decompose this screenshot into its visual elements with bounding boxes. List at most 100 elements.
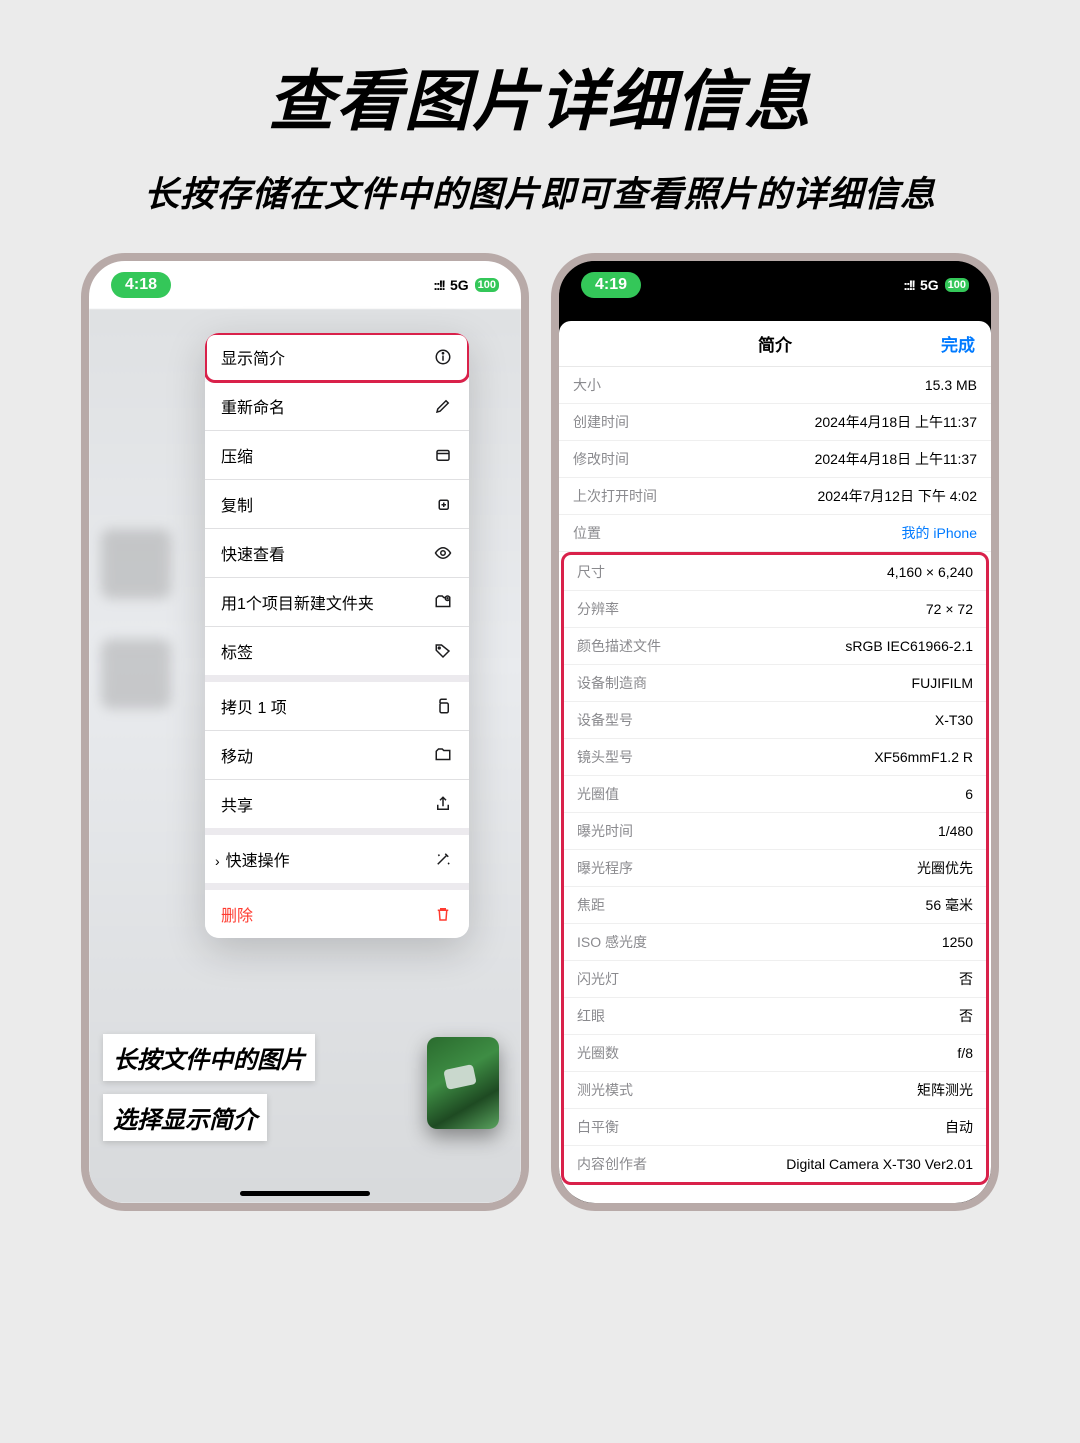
menu-quick-actions[interactable]: ›快速操作: [205, 835, 469, 890]
info-key: 大小: [573, 375, 601, 395]
menu-compress[interactable]: 压缩: [205, 431, 469, 480]
copy-plus-icon: [433, 494, 453, 514]
status-time: 4:18: [111, 272, 171, 298]
phone-2: 4:19 ::!! 5G 100 简介 完成 大小15.3 MB创建时间2024…: [551, 253, 999, 1211]
info-sheet: 简介 完成 大小 15.3 MB 创建时间 2024年4月18日 上午11:37 修改时…: [559, 321, 991, 1203]
info-key: 颜色描述文件: [577, 636, 661, 656]
sheet-header: 简介 完成: [559, 321, 991, 367]
info-value: 矩阵测光: [917, 1080, 973, 1100]
menu-quicklook[interactable]: 快速查看: [205, 529, 469, 578]
info-row: 尺寸 4,160 × 6,240: [563, 554, 987, 591]
image-thumbnail[interactable]: [427, 1037, 499, 1129]
menu-label: 快速查看: [221, 541, 285, 565]
info-key: 闪光灯: [577, 969, 619, 989]
info-row: 镜头型号 XF56mmF1.2 R: [563, 739, 987, 776]
info-key: 光圈值: [577, 784, 619, 804]
tag-icon: [433, 641, 453, 661]
info-row: 曝光程序光圈优先: [563, 850, 987, 887]
caption-2: 选择显示简介: [103, 1094, 267, 1141]
duplicate-icon: [433, 696, 453, 716]
menu-label: 删除: [221, 902, 253, 926]
info-row: 测光模式 矩阵测光: [563, 1072, 987, 1109]
chevron-right-icon: ›: [215, 853, 220, 869]
info-value: 否: [959, 969, 973, 989]
caption-1: 长按文件中的图片: [103, 1034, 315, 1081]
wand-icon: [433, 849, 453, 869]
info-key: 红眼: [577, 1006, 605, 1026]
info-key: 创建时间: [573, 412, 629, 432]
info-value: FUJIFILM: [912, 675, 973, 691]
info-key: 曝光时间: [577, 821, 633, 841]
page-title: 查看图片详细信息: [0, 0, 1080, 144]
info-key: 光圈数: [577, 1043, 619, 1063]
info-value: sRGB IEC61966-2.1: [845, 638, 973, 654]
menu-duplicate[interactable]: 拷贝 1 项: [205, 682, 469, 731]
info-row: ISO 感光度 1250: [563, 924, 987, 961]
info-icon: [433, 347, 453, 367]
info-value: XF56mmF1.2 R: [874, 749, 973, 765]
info-value: 1/480: [938, 823, 973, 839]
menu-label: 压缩: [221, 443, 253, 467]
info-row: 设备制造商 FUJIFILM: [563, 665, 987, 702]
info-value: 1250: [942, 934, 973, 950]
info-row: 闪光灯 否: [563, 961, 987, 998]
battery-badge: 100: [475, 278, 499, 292]
info-value: 自动: [945, 1117, 973, 1137]
info-list-detail: 尺寸 4,160 × 6,240 分辨率 72 × 72 颜色描述文件 sRGB IEC6…: [563, 554, 987, 1183]
info-key: 焦距: [577, 895, 605, 915]
info-key: 设备制造商: [577, 673, 647, 693]
info-value: X-T30: [935, 712, 973, 728]
info-row: 颜色描述文件 sRGB IEC61966-2.1: [563, 628, 987, 665]
info-value: 56 毫米: [926, 895, 973, 915]
info-key: 上次打开时间: [573, 486, 657, 506]
info-row: 上次打开时间 2024年7月12日 下午 4:02: [559, 478, 991, 515]
network-label: 5G: [920, 277, 939, 293]
info-row: 设备型号 X-T30: [563, 702, 987, 739]
info-value: 72 × 72: [926, 601, 973, 617]
info-row: 曝光时间 1/480: [563, 813, 987, 850]
menu-label: 拷贝 1 项: [221, 694, 287, 718]
info-value: 2024年4月18日 上午11:37: [815, 412, 977, 432]
info-list-top: 大小 15.3 MB 创建时间 2024年4月18日 上午11:37 修改时间 2024年…: [559, 367, 991, 552]
menu-label: 标签: [221, 639, 253, 663]
info-value: Digital Camera X-T30 Ver2.01: [786, 1156, 973, 1172]
info-value: f/8: [957, 1045, 973, 1061]
info-value: 否: [959, 1006, 973, 1026]
done-button[interactable]: 完成: [941, 331, 975, 356]
info-row: 焦距 56 毫米: [563, 887, 987, 924]
pencil-icon: [433, 396, 453, 416]
info-row: 大小 15.3 MB: [559, 367, 991, 404]
menu-show-info[interactable]: 显示简介: [205, 333, 469, 382]
info-key: ISO 感光度: [577, 932, 647, 952]
menu-share[interactable]: 共享: [205, 780, 469, 835]
signal-icon: ::!!: [903, 277, 914, 293]
archive-icon: [433, 445, 453, 465]
folder-icon: [433, 745, 453, 765]
info-key: 修改时间: [573, 449, 629, 469]
home-indicator: [240, 1191, 370, 1196]
info-row: 内容创作者Digital Camera X-T30 Ver2.01: [563, 1146, 987, 1183]
menu-new-folder[interactable]: 用1个项目新建文件夹: [205, 578, 469, 627]
share-icon: [433, 794, 453, 814]
signal-icon: ::!!: [433, 277, 444, 293]
status-bar: 4:19 ::!! 5G 100: [559, 261, 991, 309]
info-value[interactable]: 我的 iPhone: [902, 523, 977, 543]
info-row: 光圈数 f/8: [563, 1035, 987, 1072]
menu-delete[interactable]: 删除: [205, 890, 469, 938]
info-key: 分辨率: [577, 599, 619, 619]
menu-tags[interactable]: 标签: [205, 627, 469, 682]
phone-1: 4:18 ::!! 5G 100 显示简介 重新命名 压缩 复制: [81, 253, 529, 1211]
menu-rename[interactable]: 重新命名: [205, 382, 469, 431]
info-value: 2024年7月12日 下午 4:02: [817, 486, 977, 506]
network-label: 5G: [450, 277, 469, 293]
info-key: 镜头型号: [577, 747, 633, 767]
menu-label: 复制: [221, 492, 253, 516]
info-row: 光圈值6: [563, 776, 987, 813]
info-key: 测光模式: [577, 1080, 633, 1100]
menu-move[interactable]: 移动: [205, 731, 469, 780]
info-key: 尺寸: [577, 562, 605, 582]
menu-copy[interactable]: 复制: [205, 480, 469, 529]
info-value: 15.3 MB: [925, 377, 977, 393]
info-key: 设备型号: [577, 710, 633, 730]
info-value: 4,160 × 6,240: [887, 564, 973, 580]
